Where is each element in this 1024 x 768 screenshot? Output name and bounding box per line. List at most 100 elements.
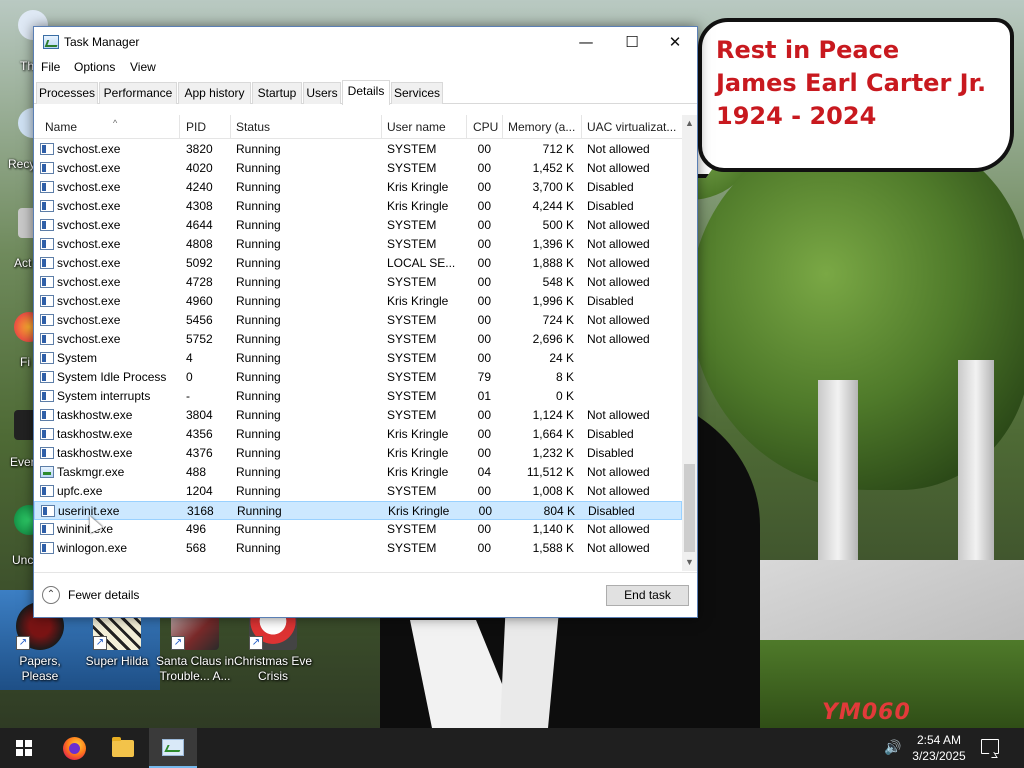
process-cpu: 00	[477, 522, 491, 536]
process-user: Kris Kringle	[388, 504, 450, 518]
notification-center-icon[interactable]	[981, 739, 999, 754]
shortcut-arrow-icon: ↗	[171, 636, 185, 650]
process-user: Kris Kringle	[387, 427, 449, 441]
menu-options[interactable]: Options	[74, 60, 115, 74]
table-row[interactable]: svchost.exe 5456 Running SYSTEM 00 724 K Not a…	[34, 311, 682, 330]
taskbar-task-manager[interactable]	[149, 728, 197, 768]
table-row[interactable]: svchost.exe 4644 Running SYSTEM 00 500 K Not a…	[34, 216, 682, 235]
column-header-user[interactable]: User name	[387, 120, 446, 134]
scroll-down-icon[interactable]: ▼	[682, 554, 697, 571]
table-row[interactable]: Taskmgr.exe 488 Running Kris Kringle 04 11,51…	[34, 463, 682, 482]
table-row[interactable]: taskhostw.exe 4356 Running Kris Kringle 00 1,…	[34, 425, 682, 444]
chevron-up-icon[interactable]: ⌃	[42, 586, 60, 604]
process-status: Running	[236, 142, 281, 156]
table-row[interactable]: System interrupts - Running SYSTEM 01 0 K	[34, 387, 682, 406]
table-row[interactable]: winlogon.exe 568 Running SYSTEM 00 1,588 K Not…	[34, 539, 682, 558]
table-row[interactable]: taskhostw.exe 4376 Running Kris Kringle 00 1,…	[34, 444, 682, 463]
window-title: Task Manager	[64, 35, 140, 49]
task-manager-icon	[43, 35, 59, 49]
process-memory: 2,696 K	[532, 332, 574, 346]
process-user: Kris Kringle	[387, 294, 449, 308]
tab-services[interactable]: Services	[391, 82, 443, 104]
process-memory: 1,664 K	[532, 427, 574, 441]
process-pid: 4	[186, 351, 193, 365]
column-header-memory[interactable]: Memory (a...	[508, 120, 575, 134]
process-uac: Not allowed	[587, 408, 650, 422]
process-status: Running	[236, 199, 281, 213]
process-status: Running	[237, 504, 282, 518]
process-icon	[40, 542, 54, 554]
process-pid: 0	[186, 370, 193, 384]
menu-view[interactable]: View	[130, 60, 156, 74]
tab-startup[interactable]: Startup	[252, 82, 302, 104]
process-memory: 1,996 K	[532, 294, 574, 308]
process-user: SYSTEM	[387, 161, 437, 175]
menu-file[interactable]: File	[41, 60, 60, 74]
table-row[interactable]: svchost.exe 3820 Running SYSTEM 00 712 K Not a…	[34, 140, 682, 159]
table-row[interactable]: svchost.exe 5752 Running SYSTEM 00 2,696 K Not…	[34, 330, 682, 349]
scrollbar-thumb[interactable]	[684, 464, 695, 552]
column-header-uac[interactable]: UAC virtualizat...	[587, 120, 676, 134]
column-header-cpu[interactable]: CPU	[473, 120, 498, 134]
vertical-scrollbar[interactable]: ▲ ▼	[682, 115, 697, 571]
table-row[interactable]: svchost.exe 4240 Running Kris Kringle 00 3,70…	[34, 178, 682, 197]
tab-app-history[interactable]: App history	[178, 82, 251, 104]
end-task-button[interactable]: End task	[606, 585, 689, 606]
column-divider[interactable]	[581, 115, 582, 139]
column-divider[interactable]	[230, 115, 231, 139]
process-uac: Disabled	[587, 294, 634, 308]
column-divider[interactable]	[466, 115, 467, 139]
column-divider[interactable]	[381, 115, 382, 139]
fewer-details-link[interactable]: Fewer details	[68, 588, 139, 602]
table-row[interactable]: svchost.exe 4020 Running SYSTEM 00 1,452 K Not…	[34, 159, 682, 178]
bubble-line: James Earl Carter Jr.	[716, 69, 987, 97]
process-user: SYSTEM	[387, 389, 437, 403]
process-cpu: 00	[477, 351, 491, 365]
process-status: Running	[236, 351, 281, 365]
process-status: Running	[236, 408, 281, 422]
start-button[interactable]	[0, 728, 48, 768]
table-row[interactable]: svchost.exe 4808 Running SYSTEM 00 1,396 K Not…	[34, 235, 682, 254]
taskbar-firefox[interactable]	[50, 728, 98, 768]
column-header-status[interactable]: Status	[236, 120, 270, 134]
column-header-name[interactable]: ^ Name	[45, 118, 117, 134]
table-row[interactable]: wininit.exe 496 Running SYSTEM 00 1,140 K Not …	[34, 520, 682, 539]
process-name: taskhostw.exe	[57, 446, 133, 460]
table-row[interactable]: svchost.exe 4960 Running Kris Kringle 00 1,99…	[34, 292, 682, 311]
desktop-icon-label: Santa Claus in Trouble... A...	[155, 654, 235, 683]
process-cpu: 00	[477, 199, 491, 213]
title-bar[interactable]: Task Manager — ☐ ✕	[34, 27, 697, 57]
process-memory: 712 K	[542, 142, 574, 156]
process-uac: Not allowed	[587, 237, 650, 251]
table-row[interactable]: System Idle Process 0 Running SYSTEM 79 8 K	[34, 368, 682, 387]
process-cpu: 00	[477, 218, 491, 232]
process-status: Running	[236, 446, 281, 460]
tab-details[interactable]: Details	[342, 80, 390, 105]
minimize-button[interactable]: —	[563, 27, 609, 57]
system-clock[interactable]: 2:54 AM 3/23/2025	[912, 732, 966, 764]
scroll-up-icon[interactable]: ▲	[682, 115, 697, 132]
column-divider[interactable]	[179, 115, 180, 139]
table-row[interactable]: svchost.exe 4308 Running Kris Kringle 00 4,24…	[34, 197, 682, 216]
column-divider[interactable]	[502, 115, 503, 139]
table-row[interactable]: svchost.exe 5092 Running LOCAL SE... 00 1,888…	[34, 254, 682, 273]
tab-performance[interactable]: Performance	[99, 82, 177, 104]
process-cpu: 79	[477, 370, 491, 384]
maximize-button[interactable]: ☐	[609, 27, 655, 57]
table-header: ^ Name PID Status User name CPU Memory (…	[34, 115, 682, 139]
taskbar-file-explorer[interactable]	[99, 728, 147, 768]
table-row[interactable]: userinit.exe 3168 Running Kris Kringle 00 804…	[34, 501, 682, 520]
column-header-pid[interactable]: PID	[186, 120, 206, 134]
table-row[interactable]: System 4 Running SYSTEM 00 24 K	[34, 349, 682, 368]
table-row[interactable]: taskhostw.exe 3804 Running SYSTEM 00 1,124 K N…	[34, 406, 682, 425]
process-user: SYSTEM	[387, 408, 437, 422]
volume-icon[interactable]: 🔊	[884, 739, 904, 757]
process-memory: 1,232 K	[532, 446, 574, 460]
table-row[interactable]: svchost.exe 4728 Running SYSTEM 00 548 K Not a…	[34, 273, 682, 292]
process-uac: Not allowed	[587, 275, 650, 289]
tab-users[interactable]: Users	[303, 82, 341, 104]
process-status: Running	[236, 541, 281, 555]
table-row[interactable]: upfc.exe 1204 Running SYSTEM 00 1,008 K Not al…	[34, 482, 682, 501]
close-button[interactable]: ✕	[652, 27, 698, 57]
tab-processes[interactable]: Processes	[36, 82, 98, 104]
